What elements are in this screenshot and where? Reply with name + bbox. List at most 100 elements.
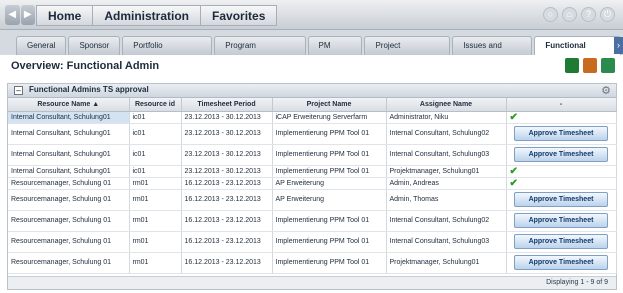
global-toolbar: ○ ⌂ ? ⏻ <box>543 7 615 22</box>
cell-resource: Internal Consultant, Schulung01 <box>8 144 130 166</box>
cell-period: 16.12.2013 - 23.12.2013 <box>181 252 273 274</box>
table-row[interactable]: Resourcemanager, Schulung 01 rm01 16.12.20… <box>8 189 617 211</box>
cell-project: AP Erweiterung <box>272 177 387 190</box>
table-row[interactable]: Resourcemanager, Schulung 01 rm01 16.12.20… <box>8 252 617 274</box>
approve-timesheet-button[interactable]: Approve Timesheet <box>514 213 608 228</box>
cell-period: 23.12.2013 - 30.12.2013 <box>181 144 273 166</box>
refresh-icon[interactable]: ○ <box>543 7 558 22</box>
cell-resource: Resourcemanager, Schulung 01 <box>8 231 130 253</box>
table-row[interactable]: Resourcemanager, Schulung 01 rm01 16.12.20… <box>8 177 617 190</box>
cell-action: Approve Timesheet <box>506 189 617 211</box>
export-pdf-icon[interactable] <box>583 58 597 73</box>
table-row[interactable]: Internal Consultant, Schulung01 ic01 23.12… <box>8 111 617 124</box>
cell-resource: Resourcemanager, Schulung 01 <box>8 177 130 190</box>
cell-assignee: Admin, Andreas <box>386 177 507 190</box>
approve-timesheet-button[interactable]: Approve Timesheet <box>514 234 608 249</box>
pagination-bar: Displaying 1 - 9 of 9 <box>8 276 616 289</box>
portlet-title: Functional Admins TS approval <box>29 85 149 94</box>
tab-general[interactable]: General <box>16 36 67 55</box>
cell-assignee: Projektmanager, Schulung01 <box>386 165 507 178</box>
cell-resource: Resourcemanager, Schulung 01 <box>8 189 130 211</box>
table-row[interactable]: Internal Consultant, Schulung01 ic01 23.12… <box>8 165 617 178</box>
approved-check-icon: ✔ <box>509 177 518 189</box>
home-icon[interactable]: ⌂ <box>562 7 577 22</box>
tab-sponsor[interactable]: Sponsor <box>68 36 121 55</box>
approve-timesheet-button[interactable]: Approve Timesheet <box>514 147 608 162</box>
table-row[interactable]: Resourcemanager, Schulung 01 rm01 16.12.20… <box>8 231 617 253</box>
cell-period: 16.12.2013 - 23.12.2013 <box>181 210 273 232</box>
approve-timesheet-button[interactable]: Approve Timesheet <box>514 255 608 270</box>
menu-home[interactable]: Home <box>36 5 94 26</box>
tab-functional-admin[interactable]: Functional Admin <box>534 36 621 68</box>
column-header-resource-id[interactable]: Resource id <box>129 98 182 112</box>
column-header-project-name[interactable]: Project Name <box>272 98 387 112</box>
configure-users-icon[interactable] <box>601 58 615 73</box>
forward-arrow-icon[interactable]: ▶ <box>20 5 35 25</box>
cell-assignee: Internal Consultant, Schulung02 <box>386 210 507 232</box>
tab-program-dashboard[interactable]: Program Dashboard <box>214 36 306 68</box>
portlet-header: – Functional Admins TS approval ⚙ <box>8 84 616 98</box>
cell-action: Approve Timesheet <box>506 210 617 232</box>
cell-action: Approve Timesheet <box>506 252 617 274</box>
main-menu: Home Administration Favorites <box>36 5 278 26</box>
cell-action: ✔ <box>506 111 617 124</box>
approved-check-icon: ✔ <box>509 111 518 123</box>
record-count: Displaying 1 - 9 of 9 <box>546 279 608 286</box>
cell-period: 23.12.2013 - 30.12.2013 <box>181 165 273 178</box>
back-arrow-icon[interactable]: ◀ <box>5 5 20 25</box>
cell-project: Implementierung PPM Tool 01 <box>272 210 387 232</box>
menu-administration[interactable]: Administration <box>92 5 202 26</box>
cell-assignee: Admin, Thomas <box>386 189 507 211</box>
cell-id: rm01 <box>129 189 182 211</box>
table-row[interactable]: Resourcemanager, Schulung 01 rm01 16.12.20… <box>8 210 617 232</box>
table-row[interactable]: Internal Consultant, Schulung01 ic01 23.12… <box>8 123 617 145</box>
page-title: Overview: Functional Admin <box>11 60 160 72</box>
approve-timesheet-button[interactable]: Approve Timesheet <box>514 126 608 141</box>
column-header-resource-name[interactable]: Resource Name ▲ <box>8 98 130 112</box>
tab-issues-and-risks[interactable]: Issues and Risks <box>452 36 533 68</box>
cell-project: Implementierung PPM Tool 01 <box>272 165 387 178</box>
cell-id: rm01 <box>129 231 182 253</box>
cell-period: 16.12.2013 - 23.12.2013 <box>181 231 273 253</box>
cell-assignee: Internal Consultant, Schulung02 <box>386 123 507 145</box>
cell-action: Approve Timesheet <box>506 231 617 253</box>
cell-action: Approve Timesheet <box>506 144 617 166</box>
tab-scroll-right-icon[interactable]: › <box>614 37 623 54</box>
power-icon[interactable]: ⏻ <box>600 7 615 22</box>
collapse-icon[interactable]: – <box>14 86 23 95</box>
cell-assignee: Administrator, Niku <box>386 111 507 124</box>
history-navigation: ◀ ▶ <box>5 5 35 25</box>
tab-portfolio-dashboard[interactable]: Portfolio Dashboard <box>122 36 213 68</box>
cell-project: Implementierung PPM Tool 01 <box>272 123 387 145</box>
tab-project-dashboard[interactable]: Project Dashboard <box>364 36 451 68</box>
cell-project: AP Erweiterung <box>272 189 387 211</box>
cell-assignee: Internal Consultant, Schulung03 <box>386 144 507 166</box>
cell-resource: Resourcemanager, Schulung 01 <box>8 252 130 274</box>
approval-table: Resource Name ▲ Resource id Timesheet Pe… <box>8 98 617 274</box>
cell-period: 23.12.2013 - 30.12.2013 <box>181 123 273 145</box>
page-actions <box>565 58 615 73</box>
help-icon[interactable]: ? <box>581 7 596 22</box>
table-row[interactable]: Internal Consultant, Schulung01 ic01 23.12… <box>8 144 617 166</box>
cell-id: rm01 <box>129 252 182 274</box>
cell-action: Approve Timesheet <box>506 123 617 145</box>
cell-id: rm01 <box>129 210 182 232</box>
cell-id: ic01 <box>129 165 182 178</box>
cell-period: 16.12.2013 - 23.12.2013 <box>181 189 273 211</box>
gear-icon[interactable]: ⚙ <box>601 84 611 97</box>
cell-resource: Internal Consultant, Schulung01 <box>8 123 130 145</box>
export-excel-icon[interactable] <box>565 58 579 73</box>
cell-period: 16.12.2013 - 23.12.2013 <box>181 177 273 190</box>
cell-project: iCAP Erweiterung Serverfarm <box>272 111 387 124</box>
menu-favorites[interactable]: Favorites <box>200 5 278 26</box>
column-header-assignee-name[interactable]: Assignee Name <box>386 98 507 112</box>
tab-list: GeneralSponsorPortfolio DashboardProgram… <box>16 36 623 68</box>
cell-project: Implementierung PPM Tool 01 <box>272 231 387 253</box>
cell-id: ic01 <box>129 144 182 166</box>
cell-resource: Internal Consultant, Schulung01 <box>8 165 130 178</box>
column-header-timesheet-period[interactable]: Timesheet Period <box>181 98 273 112</box>
cell-action: ✔ <box>506 165 617 178</box>
tab-pm-alerts[interactable]: PM Alerts <box>307 36 363 68</box>
approve-timesheet-button[interactable]: Approve Timesheet <box>514 192 608 207</box>
main-content: Overview: Functional Admin – Functional … <box>0 55 623 293</box>
